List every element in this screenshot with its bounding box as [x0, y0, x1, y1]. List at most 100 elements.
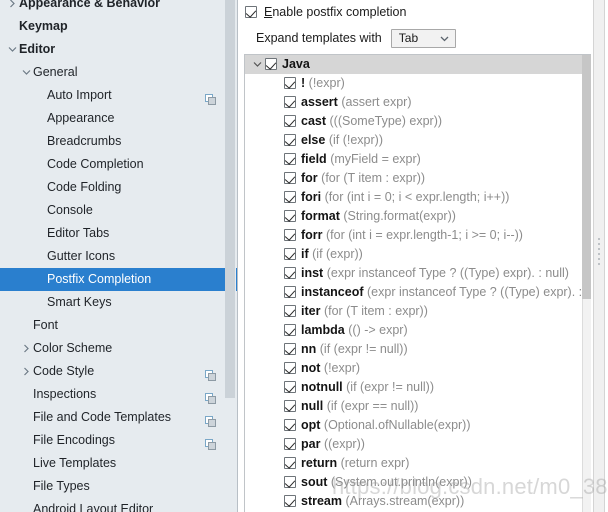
copy-settings-icon[interactable] — [205, 412, 216, 427]
sidebar-item-keymap[interactable]: Keymap — [0, 15, 237, 38]
sidebar-item-breadcrumbs[interactable]: Breadcrumbs — [0, 130, 237, 153]
enable-postfix-completion-row[interactable]: Enable postfix completion — [245, 3, 406, 21]
sidebar-item-label: Android Layout Editor — [33, 502, 154, 512]
template-row[interactable]: field (myField = expr) — [245, 150, 582, 169]
template-row[interactable]: else (if (!expr)) — [245, 131, 582, 150]
template-row[interactable]: for (for (T item : expr)) — [245, 169, 582, 188]
template-row[interactable]: nn (if (expr != null)) — [245, 340, 582, 359]
template-row[interactable]: null (if (expr == null)) — [245, 397, 582, 416]
template-row[interactable]: iter (for (T item : expr)) — [245, 302, 582, 321]
sidebar-item-auto-import[interactable]: Auto Import — [0, 84, 237, 107]
sidebar-item-editor-tabs[interactable]: Editor Tabs — [0, 222, 237, 245]
template-checkbox[interactable] — [284, 77, 296, 89]
template-row[interactable]: ! (!expr) — [245, 74, 582, 93]
sidebar-scrollbar-track[interactable] — [225, 0, 236, 512]
template-row[interactable]: not (!expr) — [245, 359, 582, 378]
sidebar-item-label: Breadcrumbs — [47, 134, 122, 148]
postfix-templates-tree[interactable]: Java! (!expr) assert (assert expr) cast ((… — [244, 54, 591, 512]
sidebar-item-smart-keys[interactable]: Smart Keys — [0, 291, 237, 314]
template-row[interactable]: return (return expr) — [245, 454, 582, 473]
template-checkbox[interactable] — [284, 115, 296, 127]
sidebar-item-font[interactable]: Font — [0, 314, 237, 337]
template-row[interactable]: forr (for (int i = expr.length-1; i >= 0… — [245, 226, 582, 245]
chevron-down-icon[interactable] — [4, 38, 20, 61]
template-group-java[interactable]: Java — [245, 55, 582, 74]
templates-scrollbar-track[interactable] — [582, 55, 591, 512]
template-description: (expr instanceof Type ? ((Type) expr). :… — [367, 285, 582, 299]
template-checkbox[interactable] — [284, 362, 296, 374]
template-checkbox[interactable] — [284, 134, 296, 146]
template-checkbox[interactable] — [284, 381, 296, 393]
template-row[interactable]: fori (for (int i = 0; i < expr.length; i… — [245, 188, 582, 207]
sidebar-item-file-and-code-templates[interactable]: File and Code Templates — [0, 406, 237, 429]
template-checkbox[interactable] — [284, 324, 296, 336]
sidebar-item-general[interactable]: General — [0, 61, 237, 84]
template-checkbox[interactable] — [284, 153, 296, 165]
chevron-right-icon[interactable] — [18, 337, 34, 360]
chevron-right-icon[interactable] — [18, 360, 34, 383]
template-group-checkbox[interactable] — [265, 58, 277, 70]
sidebar-item-appearance-behavior[interactable]: Appearance & Behavior — [0, 0, 237, 15]
postfix-templates-list[interactable]: Java! (!expr) assert (assert expr) cast ((… — [245, 55, 582, 512]
template-row[interactable]: assert (assert expr) — [245, 93, 582, 112]
sidebar-item-postfix-completion[interactable]: Postfix Completion — [0, 268, 237, 291]
template-checkbox[interactable] — [284, 210, 296, 222]
chevron-down-icon[interactable] — [251, 55, 263, 74]
sidebar-item-color-scheme[interactable]: Color Scheme — [0, 337, 237, 360]
template-row[interactable]: inst (expr instanceof Type ? ((Type) exp… — [245, 264, 582, 283]
template-row[interactable]: opt (Optional.ofNullable(expr)) — [245, 416, 582, 435]
sidebar-item-code-folding[interactable]: Code Folding — [0, 176, 237, 199]
template-checkbox[interactable] — [284, 495, 296, 507]
template-checkbox[interactable] — [284, 191, 296, 203]
sidebar-item-file-encodings[interactable]: File Encodings — [0, 429, 237, 452]
sidebar-item-gutter-icons[interactable]: Gutter Icons — [0, 245, 237, 268]
copy-settings-icon[interactable] — [205, 366, 216, 381]
template-checkbox[interactable] — [284, 248, 296, 260]
template-description: (!expr) — [308, 76, 345, 90]
copy-settings-icon[interactable] — [205, 90, 216, 105]
template-row[interactable]: par ((expr)) — [245, 435, 582, 454]
template-checkbox[interactable] — [284, 438, 296, 450]
sidebar-item-editor[interactable]: Editor — [0, 38, 237, 61]
template-checkbox[interactable] — [284, 419, 296, 431]
panel-splitter[interactable] — [593, 0, 605, 512]
sidebar-item-live-templates[interactable]: Live Templates — [0, 452, 237, 475]
template-checkbox[interactable] — [284, 172, 296, 184]
template-row[interactable]: if (if (expr)) — [245, 245, 582, 264]
template-checkbox[interactable] — [284, 267, 296, 279]
template-row[interactable]: format (String.format(expr)) — [245, 207, 582, 226]
template-row[interactable]: cast (((SomeType) expr)) — [245, 112, 582, 131]
template-checkbox[interactable] — [284, 476, 296, 488]
expand-templates-dropdown[interactable]: Tab — [390, 28, 456, 48]
copy-settings-icon[interactable] — [205, 389, 216, 404]
template-checkbox[interactable] — [284, 343, 296, 355]
template-key: inst — [301, 266, 324, 280]
sidebar-item-console[interactable]: Console — [0, 199, 237, 222]
sidebar-item-android-layout-editor[interactable]: Android Layout Editor — [0, 498, 237, 512]
template-row[interactable]: sout (System.out.println(expr)) — [245, 473, 582, 492]
sidebar-scrollbar-thumb[interactable] — [225, 0, 235, 398]
chevron-down-icon[interactable] — [18, 61, 34, 84]
template-row[interactable]: notnull (if (expr != null)) — [245, 378, 582, 397]
template-row[interactable]: instanceof (expr instanceof Type ? ((Typ… — [245, 283, 582, 302]
sidebar-item-code-style[interactable]: Code Style — [0, 360, 237, 383]
template-checkbox[interactable] — [284, 286, 296, 298]
sidebar-item-file-types[interactable]: File Types — [0, 475, 237, 498]
splitter-grip-icon — [598, 238, 601, 268]
template-checkbox[interactable] — [284, 305, 296, 317]
templates-scrollbar-thumb[interactable] — [582, 55, 591, 299]
enable-postfix-completion-checkbox[interactable] — [245, 6, 257, 18]
template-checkbox[interactable] — [284, 457, 296, 469]
template-checkbox[interactable] — [284, 400, 296, 412]
sidebar-item-appearance[interactable]: Appearance — [0, 107, 237, 130]
template-checkbox[interactable] — [284, 229, 296, 241]
sidebar-item-inspections[interactable]: Inspections — [0, 383, 237, 406]
template-row[interactable]: lambda (() -> expr) — [245, 321, 582, 340]
template-checkbox[interactable] — [284, 96, 296, 108]
sidebar-item-code-completion[interactable]: Code Completion — [0, 153, 237, 176]
settings-category-tree[interactable]: Appearance & Behavior Keymap Editor General… — [0, 0, 237, 512]
copy-settings-icon[interactable] — [205, 435, 216, 450]
chevron-right-icon[interactable] — [4, 0, 20, 15]
settings-category-sidebar[interactable]: Appearance & Behavior Keymap Editor General… — [0, 0, 238, 512]
template-row[interactable]: stream (Arrays.stream(expr)) — [245, 492, 582, 511]
